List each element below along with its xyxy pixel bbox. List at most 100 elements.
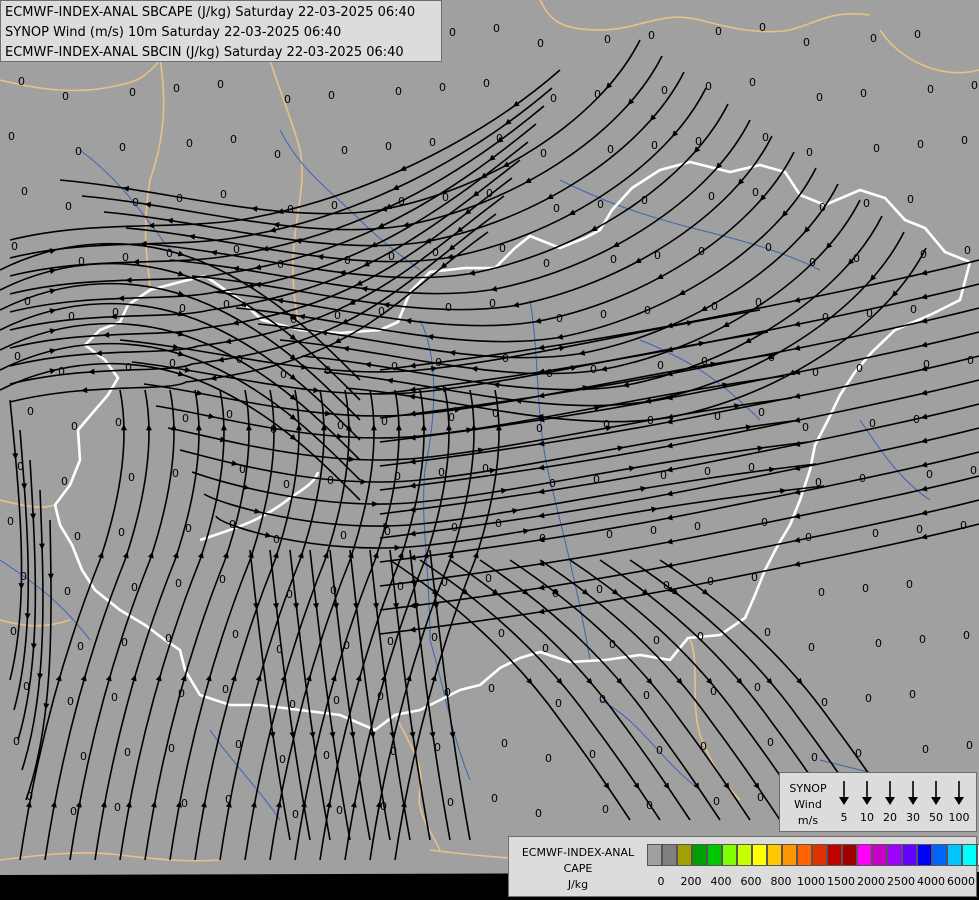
field-value-label: 0 (964, 244, 971, 257)
field-value-label: 0 (482, 462, 489, 475)
field-value-label: 0 (542, 642, 549, 655)
field-value-label: 0 (906, 578, 913, 591)
field-value-label: 0 (872, 527, 879, 540)
field-value-label: 0 (328, 89, 335, 102)
field-value-label: 0 (331, 199, 338, 212)
field-value-label: 0 (610, 253, 617, 266)
field-value-label: 0 (8, 130, 15, 143)
field-value-label: 0 (550, 92, 557, 105)
field-value-label: 0 (21, 185, 28, 198)
field-value-label: 0 (501, 737, 508, 750)
cape-scale-label: 600 (740, 875, 762, 888)
cape-scale-label: 2000 (857, 875, 885, 888)
wind-legend-scale: 5 10 20 30 50 100 (836, 773, 976, 831)
field-value-label: 0 (765, 241, 772, 254)
field-value-label: 0 (821, 696, 828, 709)
cape-legend: ECMWF-INDEX-ANAL CAPE J/kg 0 200 400 600 800… (508, 836, 979, 897)
header-line-cin: ECMWF-INDEX-ANAL SBCIN (J/kg) Saturday 2… (5, 45, 404, 60)
field-value-label: 0 (758, 406, 765, 419)
field-value-label: 0 (166, 247, 173, 260)
field-value-label: 0 (757, 791, 764, 804)
field-value-label: 0 (485, 572, 492, 585)
field-value-label: 0 (870, 32, 877, 45)
field-value-label: 0 (971, 79, 978, 92)
field-value-label: 0 (713, 795, 720, 808)
field-value-label: 0 (71, 420, 78, 433)
field-value-label: 0 (80, 750, 87, 763)
cape-color-swatch (692, 844, 707, 866)
field-value-label: 0 (125, 361, 132, 374)
cape-scale-label: 400 (710, 875, 732, 888)
field-value-label: 0 (491, 792, 498, 805)
field-value-label: 0 (909, 688, 916, 701)
field-value-label: 0 (274, 148, 281, 161)
cape-color-swatch (947, 844, 962, 866)
field-value-label: 0 (705, 80, 712, 93)
field-value-label: 0 (62, 90, 69, 103)
field-value-label: 0 (927, 83, 934, 96)
cape-scale-label: 2500 (887, 875, 915, 888)
cape-color-swatch (782, 844, 797, 866)
field-value-label: 0 (67, 695, 74, 708)
field-value-label: 0 (182, 412, 189, 425)
field-value-label: 0 (650, 524, 657, 537)
field-value-label: 0 (752, 186, 759, 199)
cape-scale-label: 6000 (947, 875, 975, 888)
field-value-label: 0 (447, 796, 454, 809)
cape-color-swatch (722, 844, 737, 866)
field-value-label: 0 (802, 421, 809, 434)
header-line-wind: SYNOP Wind (m/s) 10m Saturday 22-03-2025… (5, 25, 342, 40)
field-value-label: 0 (77, 640, 84, 653)
field-value-label: 0 (439, 81, 446, 94)
field-value-label: 0 (385, 140, 392, 153)
field-value-label: 0 (10, 625, 17, 638)
field-value-label: 0 (65, 200, 72, 213)
field-value-label: 0 (597, 198, 604, 211)
field-value-label: 0 (230, 133, 237, 146)
field-value-label: 0 (589, 748, 596, 761)
cape-color-swatch (752, 844, 767, 866)
field-value-label: 0 (811, 751, 818, 764)
field-value-label: 0 (596, 583, 603, 596)
field-value-label: 0 (498, 627, 505, 640)
field-value-label: 0 (657, 359, 664, 372)
wind-scale-value: 50 (929, 811, 943, 824)
map-header: ECMWF-INDEX-ANAL SBCAPE (J/kg) Saturday … (0, 0, 442, 62)
header-line-cape: ECMWF-INDEX-ANAL SBCAPE (J/kg) Saturday … (5, 5, 416, 20)
wind-legend: SYNOP Wind m/s 5 10 20 30 50 100 (779, 772, 977, 832)
field-value-label: 0 (916, 523, 923, 536)
field-value-label: 0 (128, 471, 135, 484)
cape-color-swatch (647, 844, 662, 866)
field-value-label: 0 (114, 801, 121, 814)
cape-scale-label: 1000 (797, 875, 825, 888)
cape-color-swatch (902, 844, 917, 866)
field-value-label: 0 (602, 803, 609, 816)
field-value-label: 0 (759, 21, 766, 34)
field-value-label: 0 (549, 477, 556, 490)
field-value-label: 0 (767, 736, 774, 749)
field-value-label: 0 (395, 85, 402, 98)
field-value-label: 0 (537, 37, 544, 50)
field-value-label: 0 (397, 580, 404, 593)
field-value-label: 0 (429, 136, 436, 149)
wind-legend-title: SYNOP Wind m/s (789, 782, 827, 827)
wind-arrow-icon (908, 781, 918, 805)
cape-color-swatch (857, 844, 872, 866)
field-value-label: 0 (970, 464, 977, 477)
field-value-label: 0 (333, 694, 340, 707)
field-value-label: 0 (926, 468, 933, 481)
field-value-label: 0 (172, 467, 179, 480)
field-value-label: 0 (431, 631, 438, 644)
cape-color-swatch (887, 844, 902, 866)
field-value-label: 0 (966, 739, 973, 752)
field-value-label: 0 (181, 797, 188, 810)
field-value-label: 0 (555, 697, 562, 710)
field-value-label: 0 (118, 526, 125, 539)
field-value-label: 0 (119, 141, 126, 154)
field-value-label: 0 (704, 465, 711, 478)
field-value-label: 0 (222, 683, 229, 696)
field-value-label: 0 (556, 312, 563, 325)
cape-color-swatch (677, 844, 692, 866)
field-value-label: 0 (168, 742, 175, 755)
field-value-label: 0 (917, 138, 924, 151)
